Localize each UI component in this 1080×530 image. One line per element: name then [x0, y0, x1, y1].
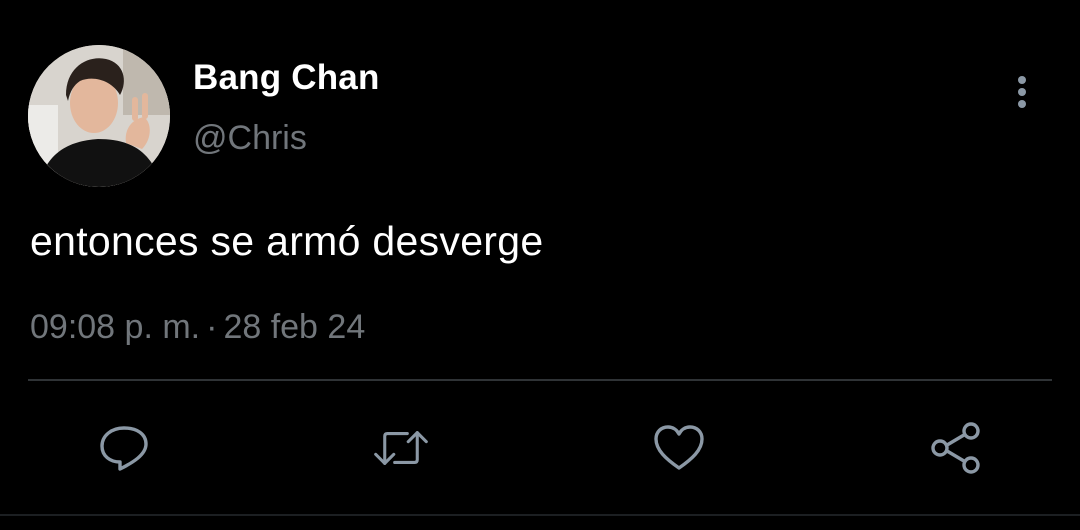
- tweet-time: 09:08 p. m.: [30, 308, 201, 346]
- more-options-button[interactable]: [1004, 70, 1040, 114]
- avatar[interactable]: [28, 45, 170, 187]
- tweet-detail: Bang Chan @Chris entonces se armó desver…: [0, 0, 1080, 530]
- share-icon: [931, 422, 980, 474]
- retweet-icon: [374, 431, 428, 465]
- more-vertical-icon: [1018, 76, 1026, 108]
- divider: [28, 379, 1052, 381]
- user-handle[interactable]: @Chris: [193, 119, 307, 158]
- bottom-divider: [0, 514, 1080, 516]
- tweet-timestamp[interactable]: 09:08 p. m. · 28 feb 24: [30, 308, 365, 347]
- display-name[interactable]: Bang Chan: [193, 58, 380, 98]
- like-button[interactable]: [651, 420, 707, 476]
- avatar-photo: [28, 45, 170, 187]
- reply-icon: [100, 426, 148, 471]
- share-button[interactable]: [928, 420, 984, 476]
- tweet-text: entonces se armó desverge: [30, 218, 544, 264]
- meta-separator: ·: [206, 308, 218, 346]
- heart-icon: [654, 425, 704, 470]
- reply-button[interactable]: [96, 420, 152, 476]
- retweet-button[interactable]: [373, 420, 429, 476]
- tweet-date: 28 feb 24: [223, 308, 366, 346]
